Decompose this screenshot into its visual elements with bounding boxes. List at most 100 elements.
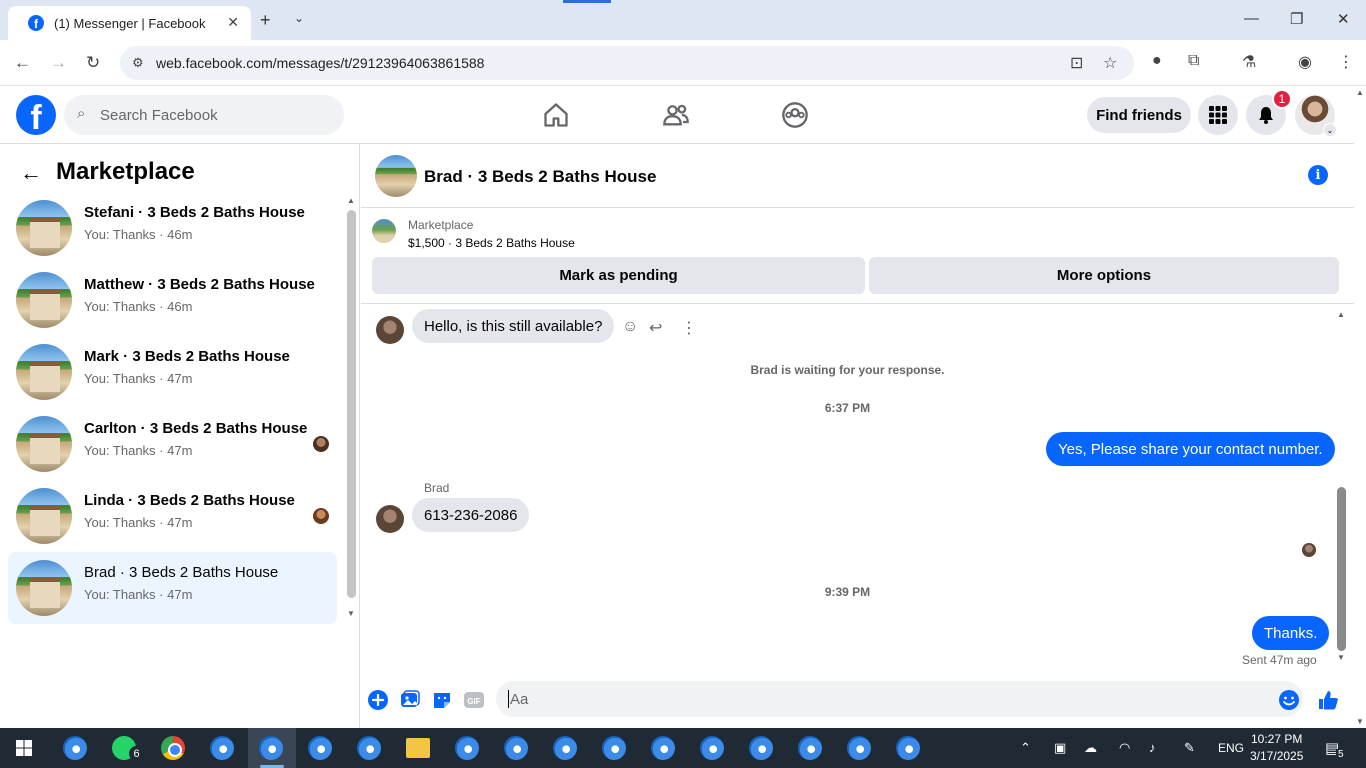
taskbar-browser-icon[interactable]: [357, 736, 381, 760]
tray-volume-icon[interactable]: ♪: [1149, 740, 1156, 755]
taskbar-browser-icon[interactable]: [847, 736, 871, 760]
sidebar-scrollbar[interactable]: [347, 210, 356, 598]
tray-language[interactable]: ENG: [1218, 741, 1244, 755]
taskbar-browser-icon[interactable]: [896, 736, 920, 760]
tray-cloud-icon[interactable]: ☁: [1084, 740, 1097, 756]
thumbs-up-icon[interactable]: [1317, 689, 1339, 711]
sent-status: Sent 47m ago: [1242, 653, 1317, 667]
seen-avatar: [313, 508, 329, 524]
scroll-up-icon[interactable]: ▲: [1356, 88, 1364, 97]
listing-thumbnail[interactable]: [372, 219, 396, 243]
scroll-down-icon[interactable]: ▼: [347, 609, 355, 618]
read-receipt-avatar: [1302, 543, 1316, 557]
taskbar-browser-icon[interactable]: [700, 736, 724, 760]
emoji-icon[interactable]: [1278, 689, 1300, 711]
account-avatar[interactable]: ⌄: [1295, 95, 1337, 137]
taskbar-browser-icon[interactable]: [210, 736, 234, 760]
forward-icon[interactable]: →: [50, 53, 67, 73]
bell-icon: [1259, 107, 1273, 124]
back-icon[interactable]: ←: [14, 53, 31, 73]
taskbar-browser-icon[interactable]: [63, 736, 87, 760]
scroll-down-icon[interactable]: ▼: [1356, 717, 1364, 726]
mark-as-pending-button[interactable]: Mark as pending: [372, 257, 865, 294]
tab-list-icon[interactable]: ⌄: [294, 11, 304, 25]
incoming-message[interactable]: 613-236-2086: [412, 498, 530, 532]
minimize-icon[interactable]: —: [1244, 10, 1259, 27]
taskbar-browser-icon[interactable]: [749, 736, 773, 760]
url-field[interactable]: ⚙ web.facebook.com/messages/t/2912396406…: [120, 46, 1134, 80]
restore-icon[interactable]: ❐: [1290, 10, 1303, 28]
extensions-puzzle-icon[interactable]: ⧉: [1188, 52, 1199, 70]
friends-icon[interactable]: [662, 101, 690, 129]
chat-title[interactable]: Brad · 3 Beds 2 Baths House: [424, 167, 656, 187]
scroll-up-icon[interactable]: ▲: [347, 196, 355, 205]
chat-avatar[interactable]: [375, 155, 417, 197]
conversation-item[interactable]: Carlton · 3 Beds 2 Baths House You: Than…: [8, 408, 337, 480]
taskbar-clock[interactable]: 10:27 PM 3/17/2025: [1250, 731, 1303, 765]
conversation-name: Mark · 3 Beds 2 Baths House: [84, 348, 290, 365]
taskbar-browser-icon[interactable]: [259, 736, 283, 760]
taskbar-browser-icon[interactable]: [798, 736, 822, 760]
outgoing-message[interactable]: Thanks.: [1252, 616, 1330, 650]
chat-scrollbar[interactable]: [1337, 487, 1346, 651]
message-more-icon[interactable]: ⋮: [681, 318, 697, 338]
windows-taskbar: [0, 728, 1366, 768]
find-friends-button[interactable]: Find friends: [1087, 97, 1191, 133]
conversation-item[interactable]: Matthew · 3 Beds 2 Baths House You: Than…: [8, 264, 337, 336]
groups-icon[interactable]: [781, 101, 809, 129]
taskbar-browser-icon[interactable]: [602, 736, 626, 760]
listing-category: Marketplace: [408, 218, 474, 232]
conversation-item[interactable]: Linda · 3 Beds 2 Baths House You: Thanks…: [8, 480, 337, 552]
plus-icon[interactable]: [367, 689, 389, 711]
tray-device-icon[interactable]: ▣: [1054, 740, 1066, 756]
photo-icon[interactable]: [399, 689, 421, 711]
conversation-preview: You: Thanks · 47m: [84, 443, 193, 458]
extension-globe-icon[interactable]: ●: [1152, 52, 1162, 70]
conversation-item-active[interactable]: Brad · 3 Beds 2 Baths House You: Thanks …: [8, 552, 337, 624]
scroll-up-icon[interactable]: ▲: [1337, 310, 1345, 319]
tab-close-icon[interactable]: ✕: [227, 14, 239, 31]
search-input[interactable]: ⌕ Search Facebook: [64, 95, 344, 135]
taskbar-browser-icon[interactable]: [553, 736, 577, 760]
tray-wifi-icon[interactable]: ◠: [1119, 740, 1130, 756]
taskbar-file-explorer-icon[interactable]: [406, 738, 430, 758]
install-app-icon[interactable]: ⊡: [1070, 53, 1083, 73]
home-icon[interactable]: [542, 101, 570, 129]
taskbar-browser-icon[interactable]: [504, 736, 528, 760]
scroll-down-icon[interactable]: ▼: [1337, 653, 1345, 662]
taskbar-browser-icon[interactable]: [308, 736, 332, 760]
outgoing-message[interactable]: Yes, Please share your contact number.: [1046, 432, 1335, 466]
labs-flask-icon[interactable]: ⚗: [1242, 52, 1256, 72]
conversation-item[interactable]: Stefani · 3 Beds 2 Baths House You: Than…: [8, 192, 337, 264]
back-arrow-icon[interactable]: ←: [20, 160, 42, 186]
bookmark-star-icon[interactable]: ☆: [1103, 53, 1117, 73]
tray-pen-icon[interactable]: ✎: [1184, 740, 1195, 756]
sticker-icon[interactable]: [431, 689, 453, 711]
react-smiley-icon[interactable]: ☺: [622, 318, 638, 336]
gif-icon[interactable]: GIF: [463, 689, 485, 711]
menu-grid-button[interactable]: [1198, 95, 1238, 135]
windows-start-icon[interactable]: [16, 740, 32, 756]
new-tab-icon[interactable]: +: [260, 10, 271, 31]
facebook-logo-icon[interactable]: f: [16, 95, 56, 135]
tray-chevron-up-icon[interactable]: ⌃: [1020, 740, 1031, 756]
site-info-icon[interactable]: ⚙: [132, 55, 144, 71]
listing-description: $1,500 · 3 Beds 2 Baths House: [408, 236, 575, 250]
browser-tab[interactable]: f (1) Messenger | Facebook ✕: [8, 6, 251, 40]
info-icon[interactable]: i: [1308, 165, 1328, 185]
page-scrollbar[interactable]: ▲ ▼: [1354, 86, 1366, 728]
incoming-message[interactable]: Hello, is this still available?: [412, 309, 615, 343]
message-input[interactable]: Aa: [496, 681, 1303, 717]
taskbar-browser-icon[interactable]: [455, 736, 479, 760]
facebook-header: f ⌕ Search Facebook Find friends 1 ⌄: [0, 86, 1354, 144]
conversation-item[interactable]: Mark · 3 Beds 2 Baths House You: Thanks …: [8, 336, 337, 408]
reload-icon[interactable]: ↻: [86, 53, 100, 73]
close-window-icon[interactable]: ✕: [1337, 10, 1350, 28]
conversation-preview: You: Thanks · 47m: [84, 371, 193, 386]
taskbar-chrome-icon[interactable]: [161, 736, 185, 760]
browser-menu-icon[interactable]: ⋮: [1338, 52, 1354, 72]
reply-icon[interactable]: ↩: [649, 318, 662, 338]
more-options-button[interactable]: More options: [869, 257, 1339, 294]
profile-icon[interactable]: ◉: [1298, 52, 1312, 72]
taskbar-browser-icon[interactable]: [651, 736, 675, 760]
